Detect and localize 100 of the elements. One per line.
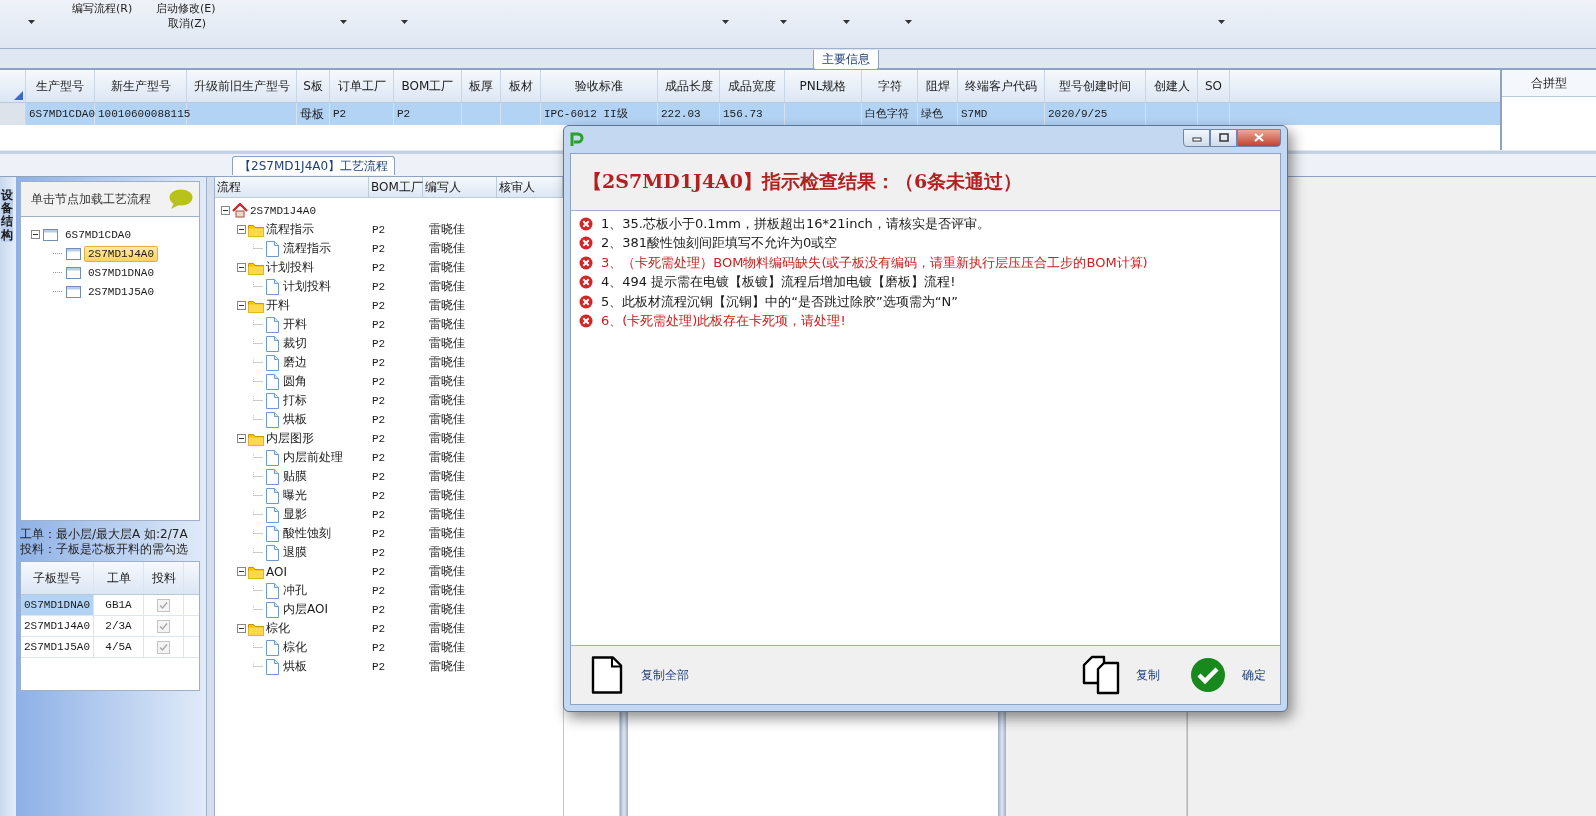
menu-item[interactable]: 启动修改(E) — [156, 1, 216, 16]
collapse-icon[interactable] — [237, 301, 246, 310]
tree-item[interactable]: 棕化 — [283, 639, 307, 656]
tree-item[interactable]: 内层前处理 — [283, 449, 343, 466]
tree-item[interactable]: 贴膜 — [283, 468, 307, 485]
maximize-button[interactable] — [1210, 128, 1237, 147]
column-header[interactable]: 新生产型号 — [95, 70, 187, 102]
tree-item[interactable]: 2S7MD1J5A0 — [84, 283, 158, 300]
column-header[interactable]: 验收标准 — [541, 70, 658, 102]
collapse-icon[interactable] — [31, 230, 40, 239]
column-header[interactable]: 订单工厂 — [330, 70, 394, 102]
tree-item[interactable]: 计划投料 — [283, 278, 331, 295]
tree-item[interactable]: 0S7MD1DNA0 — [84, 264, 158, 281]
document-icon — [265, 506, 281, 523]
table-cell-text: P2 — [371, 584, 386, 597]
tree-item[interactable]: 退膜 — [283, 544, 307, 561]
column-header[interactable]: 编写人 — [423, 177, 497, 197]
column-header[interactable]: 生产型号 — [26, 70, 95, 102]
tree-item[interactable]: 内层AOI — [283, 601, 328, 618]
document-icon — [265, 639, 281, 656]
table-cell-text: P2 — [371, 337, 386, 350]
tree-item[interactable]: 裁切 — [283, 335, 307, 352]
column-header[interactable]: 字符 — [862, 70, 918, 102]
table-cell-text: 雷晓佳 — [428, 658, 465, 675]
menu-item[interactable]: 取消(Z) — [168, 16, 207, 31]
column-header[interactable]: 终端客户代码 — [958, 70, 1045, 102]
tree-item[interactable]: 曝光 — [283, 487, 307, 504]
collapse-icon[interactable] — [237, 434, 246, 443]
tree-item[interactable]: 圆角 — [283, 373, 307, 390]
dropdown-arrow-icon[interactable] — [401, 20, 408, 24]
minimize-button[interactable] — [1183, 128, 1210, 147]
tab[interactable]: 主要信息 — [813, 50, 879, 70]
tree-item[interactable]: 内层图形 — [266, 430, 314, 447]
document-icon — [265, 487, 281, 504]
message-text: 6、(卡死需处理)此板存在卡死项，请处理! — [601, 312, 846, 331]
collapse-icon[interactable] — [221, 206, 230, 215]
panel-title-tab[interactable]: 【2S7MD1J4A0】工艺流程 — [232, 156, 396, 175]
column-header[interactable]: SO — [1198, 70, 1230, 102]
tree-item[interactable]: 显影 — [283, 506, 307, 523]
collapse-icon[interactable] — [237, 567, 246, 576]
tree-item[interactable]: 开料 — [266, 297, 290, 314]
table-cell-text: 雷晓佳 — [428, 544, 465, 561]
column-header[interactable]: 成品长度 — [658, 70, 720, 102]
column-header[interactable]: 创建人 — [1146, 70, 1198, 102]
tree-item[interactable]: 酸性蚀刻 — [283, 525, 331, 542]
table-cell-text: P2 — [371, 527, 386, 540]
tree-item[interactable]: 6S7MD1CDA0 — [61, 226, 135, 243]
collapse-icon[interactable] — [237, 225, 246, 234]
copy-button[interactable]: 复制全部 — [591, 656, 689, 694]
side-tab[interactable]: 设备结构 — [1, 189, 13, 242]
column-header[interactable]: BOM工厂 — [394, 70, 462, 102]
tree-item[interactable]: 打标 — [283, 392, 307, 409]
table-cell-text: P2 — [371, 432, 386, 445]
tree-item[interactable]: 2S7MD1J4A0 — [84, 245, 158, 262]
tree-item[interactable]: 烘板 — [283, 411, 307, 428]
confirm-button[interactable]: 确定 — [1190, 657, 1266, 693]
table-cell-text: P2 — [371, 223, 386, 236]
tree-item[interactable]: 流程指示 — [283, 240, 331, 257]
column-header[interactable]: 阻焊 — [918, 70, 958, 102]
tree-item[interactable]: AOI — [266, 564, 287, 579]
dropdown-arrow-icon[interactable] — [905, 20, 912, 24]
message-text: 3、（卡死需处理）BOM物料编码缺失(或子板没有编码，请重新执行层压压合工步的BOM计算) — [601, 253, 1148, 272]
column-header[interactable]: 子板型号 — [21, 562, 94, 594]
column-header[interactable]: S板 — [297, 70, 330, 102]
tree-item[interactable]: 计划投料 — [266, 259, 314, 276]
column-header[interactable]: 升级前旧生产型号 — [187, 70, 297, 102]
dropdown-arrow-icon[interactable] — [722, 20, 729, 24]
copy-button[interactable]: 复制 — [1082, 655, 1160, 695]
column-header[interactable]: 板厚 — [462, 70, 501, 102]
dropdown-arrow-icon[interactable] — [340, 20, 347, 24]
table-cell-text: 雷晓佳 — [428, 468, 465, 485]
tree-item[interactable]: 烘板 — [283, 658, 307, 675]
column-header[interactable]: 成品宽度 — [720, 70, 785, 102]
column-header[interactable]: 板材 — [501, 70, 541, 102]
column-header[interactable]: 工单 — [94, 562, 144, 594]
table-row[interactable]: 6S7MD1CDA0 10010600088115 母板 P2 P2 IPC-6012 II级 222.03 156.73 白色字符 绿色 S7MD 2020/9/25 — [0, 103, 1500, 125]
column-header[interactable]: PNL规格 — [785, 70, 862, 102]
tree-item[interactable]: 流程指示 — [266, 221, 314, 238]
tree-item[interactable]: 冲孔 — [283, 582, 307, 599]
tree-item[interactable]: 磨边 — [283, 354, 307, 371]
collapse-icon[interactable] — [237, 263, 246, 272]
column-header[interactable]: 投料 — [144, 562, 184, 594]
column-header[interactable]: 流程 — [215, 177, 369, 197]
column-header[interactable]: BOM工厂 — [369, 177, 423, 197]
close-button[interactable] — [1237, 128, 1281, 147]
tree-item[interactable]: 开料 — [283, 316, 307, 333]
table-cell-text: P2 — [371, 622, 386, 635]
error-icon — [579, 236, 593, 251]
tree-item[interactable]: 棕化 — [266, 620, 290, 637]
dropdown-arrow-icon[interactable] — [1218, 20, 1225, 24]
menu-item[interactable]: 编写流程(R) — [72, 1, 133, 16]
collapse-icon[interactable] — [237, 624, 246, 633]
dropdown-arrow-icon[interactable] — [28, 20, 35, 24]
table-cell-text: P2 — [371, 261, 386, 274]
table-cell-text: P2 — [371, 280, 386, 293]
dropdown-arrow-icon[interactable] — [780, 20, 787, 24]
tree-item[interactable]: 2S7MD1J4A0 — [250, 204, 316, 217]
column-header[interactable]: 型号创建时间 — [1045, 70, 1146, 102]
table-cell-text: P2 — [371, 546, 386, 559]
dropdown-arrow-icon[interactable] — [843, 20, 850, 24]
